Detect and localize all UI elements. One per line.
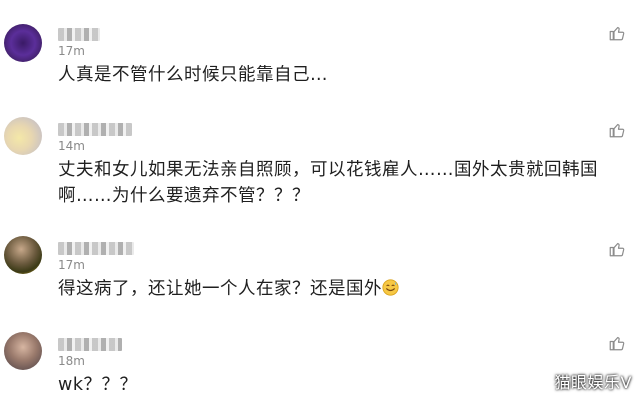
thumbs-up-icon[interactable]	[608, 240, 626, 258]
comment-text: 得这病了，还让她一个人在家？还是国外	[58, 276, 603, 302]
avatar[interactable]	[4, 236, 42, 274]
comment-item: 18m wk？？？	[0, 332, 640, 401]
comment-time: 18m	[58, 354, 85, 368]
comment-item: 17m 人真是不管什么时候只能靠自己…	[0, 22, 640, 98]
username-blurred[interactable]	[58, 338, 122, 351]
comment-text-body: 得这病了，还让她一个人在家？还是国外	[58, 279, 382, 299]
avatar[interactable]	[4, 117, 42, 155]
thumbs-up-icon[interactable]	[608, 334, 626, 352]
avatar[interactable]	[4, 332, 42, 370]
thumbs-up-icon[interactable]	[608, 121, 626, 139]
avatar[interactable]	[4, 24, 42, 62]
comment-item: 14m 丈夫和女儿如果无法亲自照顾，可以花钱雇人……国外太贵就回韩国啊……为什么…	[0, 117, 640, 217]
comment-time: 17m	[58, 258, 85, 272]
username-blurred[interactable]	[58, 28, 100, 41]
comment-time: 14m	[58, 139, 85, 153]
comment-text: 人真是不管什么时候只能靠自己…	[58, 65, 328, 85]
username-blurred[interactable]	[58, 242, 134, 255]
comment-text: 丈夫和女儿如果无法亲自照顾，可以花钱雇人……国外太贵就回韩国啊……为什么要遗弃不…	[58, 160, 598, 206]
comment-text: wk？？？	[58, 375, 138, 395]
watermark: 猫眼娱乐V	[554, 373, 632, 392]
thumbs-up-icon[interactable]	[608, 24, 626, 42]
username-blurred[interactable]	[58, 123, 132, 136]
comment-time: 17m	[58, 44, 85, 58]
sweat-smile-emoji-icon	[382, 279, 399, 296]
comment-item: 17m 得这病了，还让她一个人在家？还是国外	[0, 236, 640, 312]
